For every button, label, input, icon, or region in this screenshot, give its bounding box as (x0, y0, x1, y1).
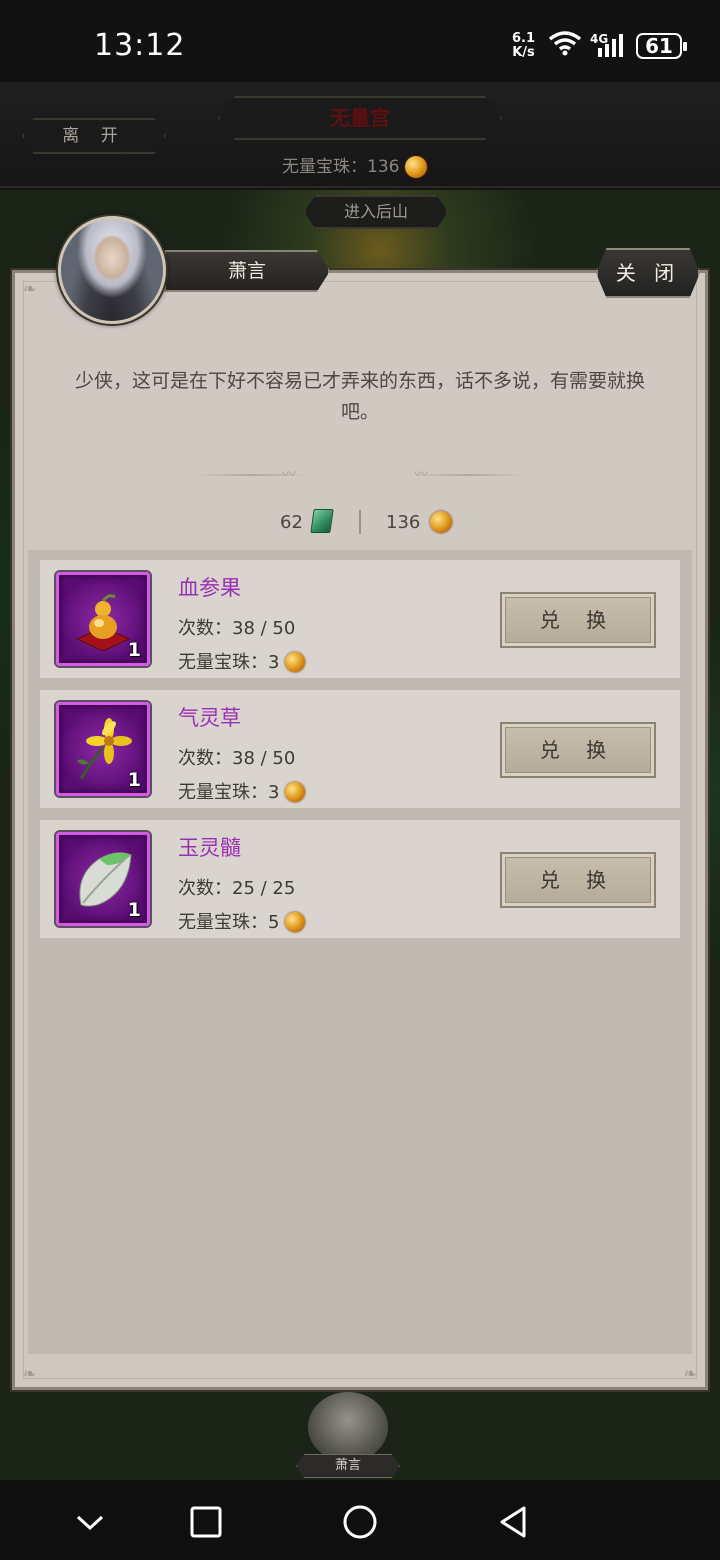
npc-name-plate: 萧言 (164, 250, 330, 292)
pearl-balance-label: 无量宝珠：136 (282, 157, 400, 177)
exchange-button[interactable]: 兑 换 (500, 852, 656, 908)
recent-apps-icon[interactable] (186, 1502, 226, 1542)
close-button[interactable]: 关 闭 (596, 248, 700, 298)
item-cost-label: 无量宝珠：5 (178, 912, 280, 933)
exchange-button[interactable]: 兑 换 (500, 592, 656, 648)
signal-icon (598, 34, 623, 57)
corner-ornament-icon: ❧ (23, 1364, 37, 1383)
exchange-button[interactable]: 兑 换 (500, 722, 656, 778)
status-bar: 13:12 6.1 K/s 4G 61 (0, 0, 720, 82)
jade-amount: 62 (280, 512, 303, 533)
item-quantity: 1 (127, 899, 141, 921)
pearl-icon (285, 651, 306, 672)
npc-avatar (58, 216, 166, 324)
game-header: 离 开 无量宫 无量宝珠：136 (0, 82, 720, 188)
item-exchange-count: 次数：25 / 25 (178, 878, 296, 899)
clock: 13:12 (94, 28, 186, 63)
battery-icon: 61 (636, 33, 687, 59)
divider (414, 474, 524, 476)
page-title: 无量宫 (218, 96, 502, 140)
item-name: 玉灵髓 (178, 836, 241, 860)
item-exchange-count: 次数：38 / 50 (178, 618, 296, 639)
npc-label[interactable]: 萧言 (296, 1454, 400, 1478)
pearl-balance: 无量宝珠：136 (282, 152, 427, 178)
leave-button[interactable]: 离 开 (22, 118, 166, 154)
item-exchange-count: 次数：38 / 50 (178, 748, 296, 769)
item-name: 血参果 (178, 576, 241, 600)
list-item: 1 血参果 次数：38 / 50 无量宝珠：3 兑 换 (40, 560, 680, 678)
exchange-list: 1 血参果 次数：38 / 50 无量宝珠：3 兑 换 1 气灵草 次数：38 … (28, 550, 692, 1354)
pearl-icon (430, 511, 452, 533)
pearl-icon (285, 781, 306, 802)
corner-ornament-icon: ❧ (683, 1364, 697, 1383)
item-cost-label: 无量宝珠：3 (178, 782, 280, 803)
list-item: 1 玉灵髓 次数：25 / 25 无量宝珠：5 兑 换 (40, 820, 680, 938)
enter-back-mountain-button[interactable]: 进入后山 (304, 195, 448, 229)
item-name: 气灵草 (178, 706, 241, 730)
wifi-icon (548, 31, 582, 56)
pearl-amount: 136 (386, 512, 421, 533)
item-cost: 无量宝珠：3 (178, 648, 306, 674)
flower-icon: 1 (56, 702, 150, 796)
item-cost: 无量宝珠：3 (178, 778, 306, 804)
chevron-down-icon[interactable] (70, 1502, 110, 1542)
jade-token-icon (310, 509, 334, 533)
item-cost-label: 无量宝珠：3 (178, 652, 280, 673)
pearl-icon (285, 911, 306, 932)
home-icon[interactable] (340, 1502, 380, 1542)
system-nav-bar (0, 1480, 720, 1560)
currency-separator (359, 510, 361, 534)
back-icon[interactable] (494, 1502, 534, 1542)
corner-ornament-icon: ❧ (23, 279, 37, 298)
net-speed: 6.1 K/s (512, 31, 536, 60)
currency-bar: 62 136 (0, 508, 720, 538)
npc-dialogue: 少侠，这可是在下好不容易已才弄来的东西，话不多说，有需要就换吧。 (74, 370, 645, 423)
item-quantity: 1 (127, 639, 141, 661)
jade-leaf-icon: 1 (56, 832, 150, 926)
divider-ornament-icon: 〰 (282, 467, 296, 483)
item-cost: 无量宝珠：5 (178, 908, 306, 934)
npc-portrait[interactable] (308, 1392, 388, 1462)
list-item: 1 气灵草 次数：38 / 50 无量宝珠：3 兑 换 (40, 690, 680, 808)
gourd-icon: 1 (56, 572, 150, 666)
pearl-icon (404, 156, 427, 178)
item-quantity: 1 (127, 769, 141, 791)
